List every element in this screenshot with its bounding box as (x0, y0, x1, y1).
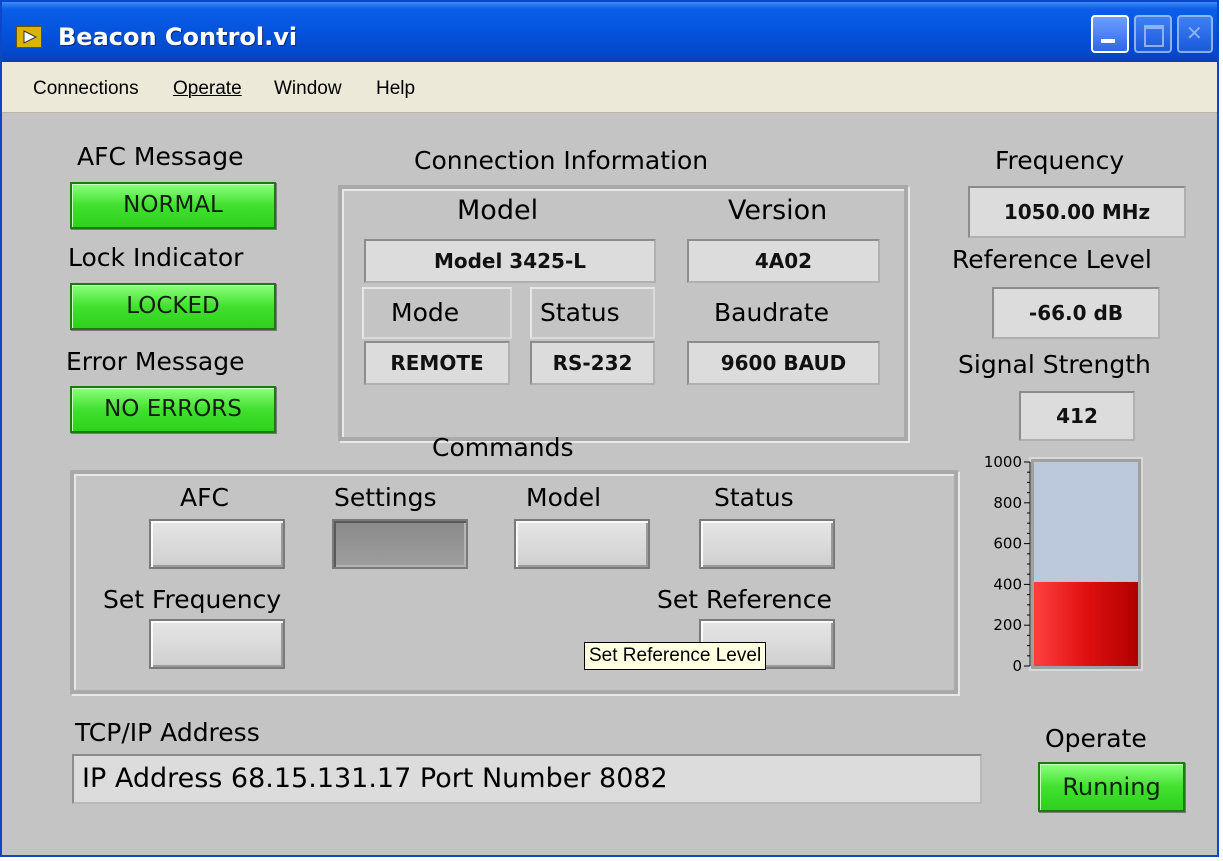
meter-tick-label: 0 (1012, 657, 1022, 675)
afc-message-indicator: NORMAL (70, 182, 276, 229)
baudrate-value: 9600 BAUD (687, 341, 880, 385)
frequency-label: Frequency (995, 146, 1125, 175)
model-label: Model (457, 195, 539, 226)
maximize-button[interactable] (1134, 15, 1172, 53)
settings-command-label: Settings (334, 483, 437, 512)
close-button[interactable] (1177, 15, 1213, 53)
tcp-ip-address-field[interactable]: IP Address 68.15.131.17 Port Number 8082 (72, 754, 982, 804)
signal-strength-meter: 1000 800 600 400 200 0 (962, 450, 1152, 680)
mode-label: Mode (391, 298, 460, 327)
afc-button[interactable] (149, 519, 285, 569)
error-message-indicator: NO ERRORS (70, 386, 276, 433)
model-command-label: Model (526, 483, 602, 512)
mode-value: REMOTE (364, 341, 510, 385)
tcp-ip-address-label: TCP/IP Address (75, 718, 260, 747)
afc-command-label: AFC (180, 483, 229, 512)
model-button[interactable] (514, 519, 650, 569)
operate-label: Operate (1045, 724, 1147, 753)
status-command-label: Status (714, 483, 794, 512)
status-label: Status (540, 298, 620, 327)
settings-button[interactable] (332, 519, 468, 569)
lock-indicator-label: Lock Indicator (68, 243, 244, 272)
connection-information-title: Connection Information (414, 146, 709, 175)
minimize-button[interactable] (1091, 15, 1129, 53)
set-reference-label: Set Reference (657, 585, 832, 614)
signal-strength-meter-svg: 1000 800 600 400 200 0 (984, 453, 1143, 675)
signal-strength-value: 412 (1019, 391, 1135, 441)
menu-connections[interactable]: Connections (33, 78, 139, 100)
title-bar[interactable]: Beacon Control.vi (2, 2, 1217, 62)
meter-tick-label: 400 (993, 575, 1022, 593)
version-label: Version (728, 195, 828, 226)
set-reference-tooltip: Set Reference Level (584, 642, 767, 670)
model-value: Model 3425-L (364, 239, 656, 283)
status-value: RS-232 (530, 341, 655, 385)
set-frequency-label: Set Frequency (103, 585, 282, 614)
meter-tick-label: 600 (993, 535, 1022, 553)
baudrate-label: Baudrate (714, 298, 829, 327)
menu-help[interactable]: Help (376, 78, 415, 100)
operate-running-indicator[interactable]: Running (1038, 762, 1185, 812)
version-value: 4A02 (687, 239, 880, 283)
commands-title: Commands (432, 433, 574, 462)
meter-tick-label: 800 (993, 494, 1022, 512)
reference-level-value: -66.0 dB (992, 287, 1160, 339)
frequency-value: 1050.00 MHz (968, 186, 1186, 238)
menu-operate[interactable]: Operate (173, 78, 242, 100)
meter-fill (1034, 581, 1138, 666)
status-button[interactable] (699, 519, 835, 569)
menu-window[interactable]: Window (274, 78, 342, 100)
set-frequency-button[interactable] (149, 619, 285, 669)
app-window: Beacon Control.vi Connections Operate Wi… (0, 0, 1219, 857)
reference-level-label: Reference Level (952, 245, 1152, 274)
window-title: Beacon Control.vi (58, 23, 298, 51)
signal-strength-label: Signal Strength (958, 350, 1151, 379)
meter-tick-label: 200 (993, 616, 1022, 634)
meter-tick-label: 1000 (984, 453, 1022, 471)
error-message-label: Error Message (66, 347, 245, 376)
labview-vi-icon (16, 26, 42, 48)
afc-message-label: AFC Message (77, 142, 244, 171)
lock-indicator: LOCKED (70, 283, 276, 330)
